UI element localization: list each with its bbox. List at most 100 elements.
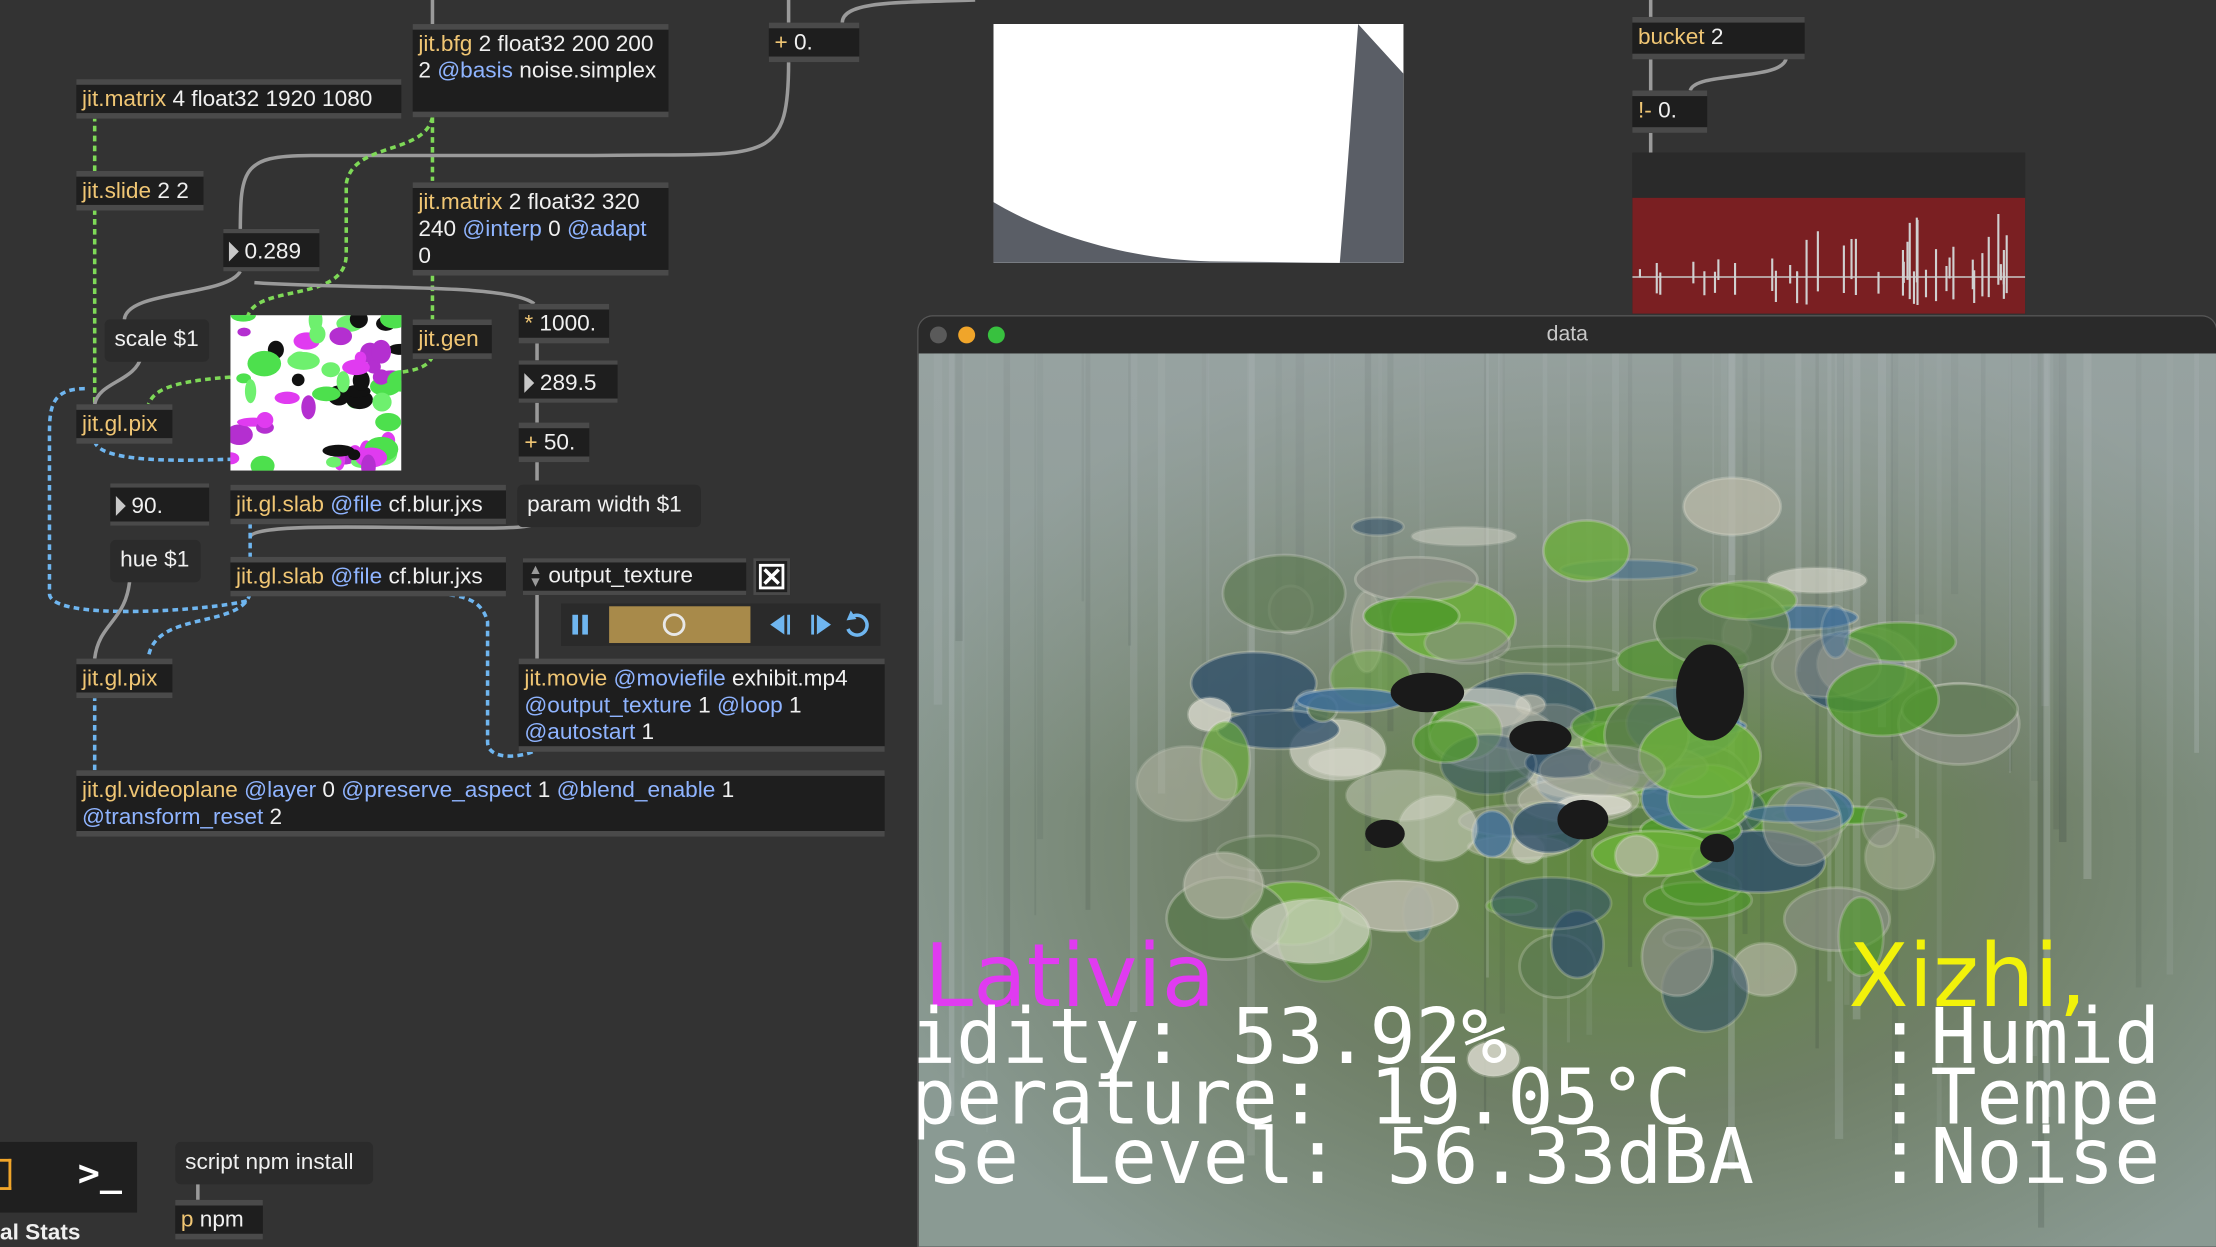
cord: [92, 440, 231, 462]
terrain-blob: [1362, 595, 1461, 636]
terrain-blob: [1295, 687, 1407, 714]
not-minus-object[interactable]: !- 0.: [1632, 90, 1708, 133]
terrain-blob: [1410, 525, 1518, 547]
terrain-blob: [1135, 745, 1239, 823]
noise-blob: [274, 391, 300, 405]
number-box-2895[interactable]: 289.5: [518, 360, 618, 403]
npm-install-message[interactable]: script npm install: [175, 1141, 374, 1185]
toggle-checkbox[interactable]: [753, 558, 791, 595]
p-npm-subpatch[interactable]: p npm: [175, 1199, 263, 1240]
noise-blob: [301, 395, 316, 420]
noise-preview-image: [230, 315, 402, 471]
hue-message[interactable]: hue $1: [110, 539, 201, 583]
param-width-message[interactable]: param width $1: [517, 484, 701, 528]
terrain-blob: [1489, 875, 1613, 931]
terrain-blob: [1353, 555, 1479, 603]
jit-matrix-main-object[interactable]: jit.matrix 4 float32 1920 1080: [76, 79, 402, 119]
panel-icon[interactable]: [0, 1158, 12, 1190]
window-titlebar[interactable]: data: [918, 316, 2216, 355]
jit-matrix-small-object[interactable]: jit.matrix 2 float32 320 240 @interp 0 @…: [412, 182, 669, 276]
jit-gl-pix-object-1[interactable]: jit.gl.pix: [76, 404, 173, 444]
up-down-arrows-icon: ▲ ▼: [528, 562, 543, 591]
jit-gl-videoplane-object[interactable]: jit.gl.videoplane @layer 0 @preserve_asp…: [76, 770, 885, 837]
noise-left: se Level: 56.33dBA: [927, 1112, 1755, 1202]
terrain-blob: [1742, 804, 1841, 824]
terrain-blob: [1682, 476, 1783, 537]
cord: [122, 270, 242, 320]
plus-zero-object[interactable]: + 0.: [768, 22, 860, 63]
function-display[interactable]: [993, 24, 1404, 263]
data-window[interactable]: data Lativia Xizhi, idity: 53.92% peratu…: [918, 316, 2216, 1247]
terrain-blob: [1537, 743, 1667, 798]
cord: [1688, 56, 1789, 92]
noise-blob: [372, 392, 392, 412]
jit-gl-slab-object-2[interactable]: jit.gl.slab @file cf.blur.jxs: [230, 556, 506, 597]
noise-blob: [237, 327, 251, 337]
noise-blob: [329, 327, 353, 346]
terrain-blob: [1350, 516, 1405, 537]
terrain-blob: [1819, 604, 1852, 660]
cord: [248, 521, 536, 539]
movie-transport[interactable]: [561, 603, 881, 646]
terrain-blob: [1411, 719, 1480, 765]
noise-blob: [244, 379, 257, 404]
step-back-icon: [770, 614, 785, 635]
noise-blob: [247, 350, 282, 377]
number-box-90[interactable]: 90.: [110, 483, 210, 526]
scale-message[interactable]: scale $1: [104, 319, 210, 362]
x-toggle-icon: [758, 563, 785, 590]
render-view: Lativia Xizhi, idity: 53.92% perature: 1…: [918, 353, 2216, 1247]
noise-blob: [326, 456, 342, 468]
noise-blob: [375, 412, 402, 432]
noise-blob: [336, 371, 350, 393]
window-title: data: [1546, 322, 1588, 347]
noise-blob: [309, 324, 326, 344]
stats-label: al Stats: [0, 1221, 81, 1246]
scrub-slider: [609, 606, 751, 644]
bucket-object[interactable]: bucket 2: [1632, 16, 1805, 60]
terrain-blob: [1613, 833, 1660, 878]
pause-icon: [572, 614, 579, 635]
jit-bfg-object[interactable]: jit.bfg 2 float32 200 200 2 @basis noise…: [412, 24, 669, 118]
patcher-canvas[interactable]: jit.bfg 2 float32 200 200 2 @basis noise…: [0, 0, 2216, 1247]
transport-controls: [561, 603, 869, 646]
terrain-blob: [1698, 579, 1799, 621]
terrain-blob: [1861, 797, 1900, 848]
plus-fifty-object[interactable]: + 50.: [518, 422, 590, 463]
noise-blob: [348, 449, 361, 461]
noise-blob: [291, 373, 305, 387]
noise-right: Noise: [1930, 1112, 2161, 1202]
noise-blob: [371, 339, 392, 364]
multiply-object[interactable]: * 1000.: [518, 303, 610, 344]
terrain-blob: [1542, 519, 1631, 583]
terrain-blob: [1640, 916, 1715, 998]
cord: [840, 0, 976, 23]
cord: [92, 576, 132, 659]
triangle-icon: [524, 373, 535, 393]
jit-slide-object[interactable]: jit.slide 2 2: [76, 171, 204, 211]
jit-gl-pix-object-2[interactable]: jit.gl.pix: [76, 658, 173, 699]
sidebar-toolbar: >_: [0, 1141, 138, 1213]
terrain-blob: [1761, 781, 1843, 867]
terrain-blob: [1249, 897, 1371, 965]
jit-gen-object[interactable]: jit.gen: [412, 319, 492, 359]
cord: [254, 280, 536, 306]
terminal-icon[interactable]: >_: [78, 1153, 122, 1195]
cord: [92, 355, 144, 405]
scope-display: [1632, 152, 2026, 314]
triangle-icon: [115, 496, 126, 516]
output-texture-menu[interactable]: ▲ ▼ output_texture: [522, 558, 747, 595]
terrain-blob: [1492, 644, 1621, 666]
jit-gl-slab-object-1[interactable]: jit.gl.slab @file cf.blur.jxs: [230, 484, 506, 525]
terrain-blob: [1221, 553, 1347, 634]
terrain-blob: [1182, 851, 1265, 920]
triangle-icon: [228, 241, 239, 262]
noise-blob: [256, 411, 274, 429]
noise-blob: [321, 362, 341, 378]
number-box-0289[interactable]: 0.289: [223, 228, 320, 272]
jit-movie-object[interactable]: jit.movie @moviefile exhibit.mp4 @output…: [518, 658, 885, 752]
noise-blob: [372, 369, 390, 385]
noise-blob: [312, 386, 341, 402]
terrain-blob: [1397, 794, 1479, 863]
noise-blob: [290, 351, 310, 368]
